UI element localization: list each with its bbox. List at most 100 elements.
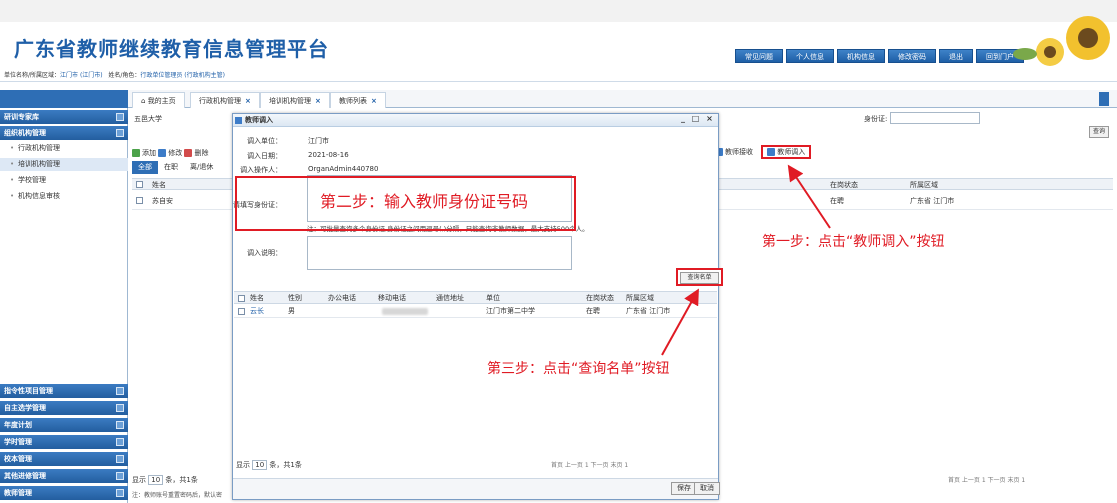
edit-label: 修改 [168, 149, 183, 157]
sidebar-section-school-based[interactable]: 校本管理 [0, 452, 128, 466]
col-office-phone: 办公电话 [328, 294, 356, 302]
status-tabs: 全部 在职 离/退休 [132, 161, 232, 175]
row-name[interactable]: 云长 [250, 305, 264, 318]
page-size-select[interactable]: 10 [148, 475, 164, 485]
search-list-label: 查询名单 [680, 272, 719, 284]
query-button[interactable]: 查询 [1089, 126, 1109, 138]
sidebar-section-other-training[interactable]: 其他进修管理 [0, 469, 128, 483]
tab-teacher-list[interactable]: 教师列表 × [330, 92, 386, 108]
row-status: 在聘 [586, 307, 600, 315]
delete-button[interactable]: 删除 [184, 149, 208, 157]
add-button[interactable]: 添加 [132, 149, 156, 157]
select-all-checkbox[interactable] [136, 181, 143, 188]
receive-label: 教师接收 [725, 148, 753, 156]
expand-icon [116, 387, 124, 395]
list-toolbar: 添加 修改 删除 [132, 148, 208, 158]
receive-teacher-button[interactable]: 教师接收 [715, 148, 753, 156]
transfer-icon [767, 148, 776, 156]
top-nav: 常见问题 个人信息 机构信息 修改密码 退出 回到门户 [735, 49, 1024, 67]
row-name: 苏自安 [152, 197, 173, 205]
expand-icon [116, 113, 124, 121]
row-checkbox[interactable] [136, 197, 143, 204]
sidebar-section-teacher-management[interactable]: 教师管理 [0, 486, 128, 500]
page-size-select[interactable]: 10 [252, 460, 268, 470]
unit-value: 江门市 (江门市) [60, 72, 103, 79]
sidebar-section-self-study[interactable]: 自主选学管理 [0, 401, 128, 415]
col-address: 通信地址 [436, 294, 464, 302]
col-region: 所属区域 [910, 181, 938, 189]
id-search-input[interactable] [890, 112, 980, 124]
delete-label: 删除 [194, 149, 209, 157]
step2-annotation: 第二步：输入教师身份证号码 [320, 192, 529, 211]
user-info: 单位名称/所属区域：江门市 (江门市) 姓名/角色：行政单位管理员 (行政机构主… [4, 70, 225, 79]
tab-admin-org[interactable]: 行政机构管理 × [190, 92, 260, 108]
tab-in-service[interactable]: 在职 [158, 161, 184, 174]
transfer-reason-textarea[interactable] [307, 236, 572, 270]
sidebar-section-credit-hours[interactable]: 学时管理 [0, 435, 128, 449]
top-strip [0, 0, 1117, 22]
org-name: 五邑大学 [134, 115, 162, 123]
nav-personal-info-button[interactable]: 个人信息 [786, 49, 834, 63]
sidebar-section-expert-library[interactable]: 研训专家库 [0, 110, 128, 124]
close-icon[interactable]: × [371, 97, 377, 105]
nav-org-info-button[interactable]: 机构信息 [837, 49, 885, 63]
edit-button[interactable]: 修改 [158, 149, 182, 157]
sidebar-section-annual-plan[interactable]: 年度计划 [0, 418, 128, 432]
search-list-button[interactable]: 查询名单 [676, 268, 723, 286]
dialog-title-bar[interactable]: 教师调入 [233, 114, 718, 127]
sidebar-section-label: 年度计划 [4, 421, 32, 429]
sidebar-section-label: 其他进修管理 [4, 472, 46, 480]
transfer-in-button[interactable]: 教师调入 [761, 145, 812, 159]
row-checkbox[interactable] [238, 308, 245, 315]
sidebar-item-school[interactable]: 学校管理 [0, 174, 128, 187]
tab-label: 我的主页 [147, 97, 176, 105]
sidebar-section-directive-project[interactable]: 指令性项目管理 [0, 384, 128, 398]
nav-logout-button[interactable]: 退出 [939, 49, 973, 63]
nav-change-password-button[interactable]: 修改密码 [888, 49, 936, 63]
expand-icon [116, 421, 124, 429]
tab-training-org[interactable]: 培训机构管理 × [260, 92, 330, 108]
col-mobile: 移动电话 [378, 294, 406, 302]
col-name: 姓名 [250, 294, 264, 302]
operator-label: 调入操作人： [240, 166, 282, 174]
total-label: 条，共1条 [269, 461, 302, 469]
sidebar-item-admin-org[interactable]: 行政机构管理 [0, 142, 128, 155]
list-page-size: 显示 10 条，共1条 [132, 475, 198, 485]
tab-all[interactable]: 全部 [132, 161, 158, 174]
row-region: 广东省 江门市 [626, 307, 671, 315]
expand-icon [116, 404, 124, 412]
operator-value: OrganAdmin440780 [308, 165, 379, 173]
tab-retired[interactable]: 离/退休 [184, 161, 219, 174]
dialog-pager[interactable]: 首页 上一页 1 下一页 末页 1 [551, 460, 628, 469]
sidebar-item-org-review[interactable]: 机构信息审核 [0, 190, 128, 203]
transfer-unit-value: 江门市 [308, 137, 329, 145]
redacted-phone [382, 308, 428, 315]
sidebar-section-label: 组织机构管理 [4, 129, 46, 137]
teacher-toolbar: 教师接收 教师调入 [715, 145, 812, 161]
cancel-button[interactable]: 取消 [694, 482, 720, 495]
total-label: 条，共1条 [165, 476, 198, 484]
panel-toggle[interactable] [1099, 92, 1109, 106]
close-icon[interactable]: × [245, 97, 251, 105]
select-all-checkbox[interactable] [238, 295, 245, 302]
sidebar-section-org-management[interactable]: 组织机构管理 [0, 126, 128, 140]
dialog-footer [233, 478, 718, 499]
sidebar-item-training-org[interactable]: 培训机构管理 [0, 158, 128, 171]
sidebar-section-label: 教师管理 [4, 489, 32, 497]
add-icon [132, 149, 140, 157]
nav-faq-button[interactable]: 常见问题 [735, 49, 783, 63]
sidebar-section-label: 研训专家库 [4, 113, 39, 121]
tab-label: 培训机构管理 [269, 97, 311, 105]
step3-annotation: 第三步：点击“查询名单”按钮 [487, 361, 670, 377]
list-pager[interactable]: 首页 上一页 1 下一页 末页 1 [948, 475, 1025, 484]
sidebar-collapse-bar[interactable] [0, 90, 128, 108]
sidebar-section-label: 指令性项目管理 [4, 387, 53, 395]
tab-home[interactable]: ⌂ 我的主页 [132, 92, 185, 108]
dialog-title: 教师调入 [245, 116, 273, 124]
close-icon[interactable]: × [315, 97, 321, 105]
expand-icon [116, 438, 124, 446]
sidebar-section-label: 自主选学管理 [4, 404, 46, 412]
show-label: 显示 [236, 461, 250, 469]
window-controls[interactable]: _ □ × [681, 114, 715, 123]
table-row[interactable]: 云长 男 江门市第二中学 在聘 广东省 江门市 [234, 305, 717, 318]
